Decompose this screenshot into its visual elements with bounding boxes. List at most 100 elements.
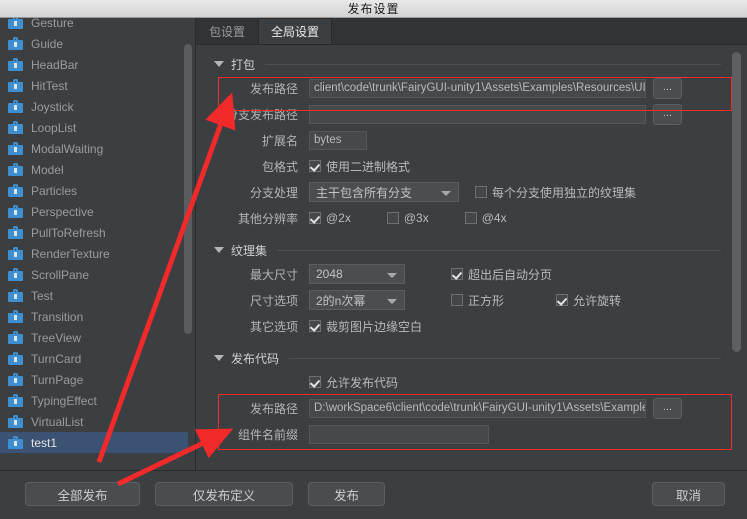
package-list-item-label: HitTest [31, 78, 68, 93]
package-list-item[interactable]: Gesture [0, 18, 188, 33]
allow-rotate-checkbox[interactable]: 允许旋转 [556, 292, 621, 309]
settings-scroll-thumb[interactable] [732, 52, 741, 352]
package-list-item[interactable]: ScrollPane [0, 264, 188, 285]
checkbox-box[interactable] [309, 212, 321, 224]
square-label: 正方形 [468, 293, 505, 308]
resolution-4x-checkbox[interactable]: @4x [464, 211, 507, 225]
package-list-item[interactable]: TurnPage [0, 369, 188, 390]
package-list-item[interactable]: Joystick [0, 96, 188, 117]
code-allow-row: 允许发布代码 [196, 369, 747, 395]
package-list[interactable]: Gesture Guide HeadBar HitTest Joystick LoopLi… [0, 18, 188, 453]
atlas-otheropt-row: 其它选项 裁剪图片边缘空白 [196, 313, 747, 339]
package-list-item[interactable]: HeadBar [0, 54, 188, 75]
package-list-item[interactable]: Guide [0, 33, 188, 54]
settings-tabstrip[interactable]: 包设置 全局设置 [196, 18, 747, 45]
extension-input[interactable]: bytes [309, 130, 367, 150]
code-publish-path-browse-button[interactable]: ... [653, 397, 682, 419]
tab-package-settings[interactable]: 包设置 [196, 18, 259, 44]
package-list-item[interactable]: LoopList [0, 117, 188, 138]
branch-handling-select[interactable]: 主干包含所有分支 [309, 182, 459, 202]
chevron-down-icon[interactable] [214, 61, 224, 67]
divider [277, 249, 721, 251]
package-list-scrollbar[interactable] [184, 18, 192, 470]
binary-format-checkbox[interactable]: 使用二进制格式 [309, 158, 410, 175]
code-publish-path-row: 发布路径 D:\workSpace6\client\code\trunk\Fai… [196, 395, 747, 421]
package-icon [8, 352, 23, 365]
package-list-item[interactable]: PullToRefresh [0, 222, 188, 243]
publish-definitions-only-button[interactable]: 仅发布定义 [155, 482, 293, 506]
branch-path-browse-button[interactable]: ... [653, 103, 682, 125]
settings-scrollbar[interactable] [732, 48, 741, 468]
checkbox-box[interactable] [309, 376, 321, 388]
checkbox-box[interactable] [309, 320, 321, 332]
package-icon [8, 121, 23, 134]
auto-page-checkbox[interactable]: 超出后自动分页 [451, 266, 552, 283]
section-title-code: 发布代码 [231, 351, 280, 366]
packaging-branch-row: 分支处理 主干包含所有分支 每个分支使用独立的纹理集 [196, 179, 747, 205]
package-list-item-label: TurnPage [31, 372, 84, 387]
trim-transparent-checkbox[interactable]: 裁剪图片边缘空白 [309, 318, 422, 335]
package-list-item[interactable]: HitTest [0, 75, 188, 96]
checkbox-box[interactable] [475, 186, 487, 198]
publish-path-input[interactable]: client\code\trunk\FairyGUI-unity1\Assets… [309, 78, 646, 98]
package-list-item[interactable]: ModalWaiting [0, 138, 188, 159]
resolution-3x-checkbox[interactable]: @3x [386, 211, 429, 225]
section-header-packaging[interactable]: 打包 [196, 53, 747, 75]
package-list-item[interactable]: test1 [0, 432, 188, 453]
checkbox-box[interactable] [464, 212, 477, 224]
max-size-select[interactable]: 2048 [309, 264, 405, 284]
checkbox-box[interactable] [451, 268, 463, 280]
package-list-item-label: LoopList [31, 120, 77, 135]
publish-path-browse-button[interactable]: ... [653, 77, 682, 99]
allow-rotate-label: 允许旋转 [573, 293, 622, 308]
package-list-item-label: TreeView [31, 330, 82, 345]
trim-transparent-label: 裁剪图片边缘空白 [326, 319, 423, 334]
package-list-item[interactable]: RenderTexture [0, 243, 188, 264]
publish-button[interactable]: 发布 [308, 482, 385, 506]
package-list-item[interactable]: TypingEffect [0, 390, 188, 411]
package-list-item[interactable]: VirtualList [0, 411, 188, 432]
chevron-down-icon[interactable] [387, 273, 397, 278]
package-list-item-label: Perspective [31, 204, 94, 219]
package-list-scroll-thumb[interactable] [184, 44, 192, 334]
package-list-item-label: PullToRefresh [31, 225, 106, 240]
chevron-down-icon[interactable] [214, 247, 224, 253]
checkbox-box[interactable] [556, 294, 569, 306]
section-header-atlas[interactable]: 纹理集 [196, 239, 747, 261]
package-list-item[interactable]: Transition [0, 306, 188, 327]
section-title-atlas: 纹理集 [231, 243, 268, 258]
allow-publish-code-checkbox[interactable]: 允许发布代码 [309, 374, 398, 391]
package-list-item[interactable]: Test [0, 285, 188, 306]
package-list-item[interactable]: TurnCard [0, 348, 188, 369]
package-list-item[interactable]: Perspective [0, 201, 188, 222]
branch-path-input[interactable] [309, 104, 646, 124]
chevron-down-icon[interactable] [441, 191, 451, 196]
code-prefix-input[interactable] [309, 424, 489, 444]
checkbox-box[interactable] [309, 160, 321, 172]
package-icon [8, 58, 23, 71]
cancel-button[interactable]: 取消 [652, 482, 725, 506]
chevron-down-icon[interactable] [387, 299, 397, 304]
resolution-4x-label: @4x [481, 211, 507, 225]
package-list-item-label: Model [31, 162, 64, 177]
tab-global-settings[interactable]: 全局设置 [258, 18, 333, 44]
code-publish-path-input[interactable]: D:\workSpace6\client\code\trunk\FairyGUI… [309, 398, 646, 418]
binary-format-label: 使用二进制格式 [326, 159, 411, 174]
package-icon [8, 205, 23, 218]
resolution-2x-checkbox[interactable]: @2x [309, 211, 351, 225]
package-list-item[interactable]: Model [0, 159, 188, 180]
checkbox-box[interactable] [451, 294, 463, 306]
publish-all-button[interactable]: 全部发布 [25, 482, 140, 506]
atlas-sizeopt-row: 尺寸选项 2的n次幂 正方形 允许旋转 [196, 287, 747, 313]
package-list-item[interactable]: Particles [0, 180, 188, 201]
resolutions-label: 其他分辨率 [237, 211, 298, 226]
size-option-select[interactable]: 2的n次幂 [309, 290, 405, 310]
branch-atlas-checkbox[interactable]: 每个分支使用独立的纹理集 [475, 184, 636, 201]
section-header-code[interactable]: 发布代码 [196, 347, 747, 369]
package-list-item[interactable]: TreeView [0, 327, 188, 348]
square-checkbox[interactable]: 正方形 [451, 292, 504, 309]
checkbox-box[interactable] [386, 212, 399, 224]
package-tree-panel[interactable]: Gesture Guide HeadBar HitTest Joystick LoopLi… [0, 18, 196, 470]
chevron-down-icon[interactable] [214, 355, 224, 361]
package-icon [8, 331, 23, 344]
